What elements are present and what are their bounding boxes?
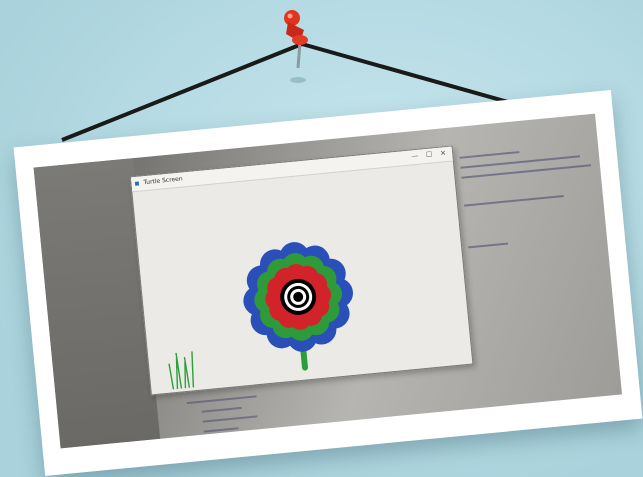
blurred-code-line bbox=[201, 406, 242, 413]
blurred-code-line bbox=[202, 415, 258, 423]
maximize-button[interactable]: ☐ bbox=[426, 150, 433, 159]
blurred-code-line bbox=[464, 195, 564, 207]
blurred-code-line bbox=[468, 242, 509, 249]
minimize-button[interactable]: — bbox=[411, 152, 419, 161]
blurred-code-line bbox=[459, 151, 520, 159]
blurred-code-line bbox=[186, 395, 257, 405]
photo-image: ■ Turtle Screen — ☐ ✕ bbox=[33, 113, 623, 449]
blurred-code-below bbox=[186, 383, 350, 448]
turtle-canvas bbox=[168, 242, 354, 390]
blurred-code-line bbox=[203, 427, 239, 433]
turtle-python-icon: ■ bbox=[134, 180, 140, 188]
close-button[interactable]: ✕ bbox=[440, 149, 447, 158]
turtle-screen-window: ■ Turtle Screen — ☐ ✕ bbox=[129, 145, 474, 396]
grass-blade bbox=[168, 363, 175, 390]
push-pin-icon bbox=[284, 10, 308, 83]
window-title: Turtle Screen bbox=[143, 175, 183, 187]
grass-blade bbox=[191, 351, 195, 388]
polaroid-photo: ■ Turtle Screen — ☐ ✕ bbox=[13, 90, 643, 476]
